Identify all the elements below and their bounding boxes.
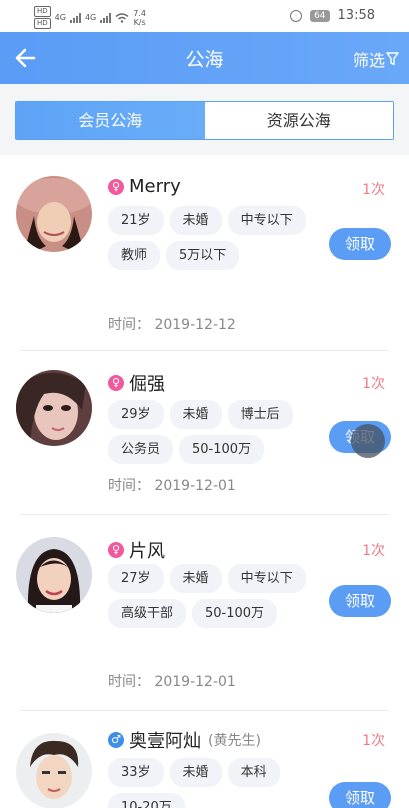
tag-list: 21岁 未婚 中专以下 教师 5万以下 [108,206,318,270]
name-line: ♀ 倔强 [108,370,165,396]
tag-age: 29岁 [108,400,164,429]
tag-list: 29岁 未婚 博士后 公务员 50-100万 [108,400,318,464]
tag-list: 33岁 未婚 本科 10-20万 [108,758,318,808]
avatar[interactable] [16,537,92,613]
network-type: 4G [54,13,66,22]
member-name: Merry [129,176,181,197]
signal-icon [100,12,112,23]
list-item[interactable]: ♀ Merry 1次 21岁 未婚 中专以下 教师 5万以下 领取 时间： 20… [0,155,409,351]
filter-label: 筛选 [352,51,385,70]
member-alias: (黄先生) [208,733,261,749]
filter-button[interactable]: 筛选 [353,47,399,71]
wifi-icon [115,12,129,23]
list-item[interactable]: ♀ 倔强 1次 29岁 未婚 博士后 公务员 50-100万 领取 时间： 20… [0,351,409,515]
speed-unit: K/s [133,17,146,27]
tag-income: 10-20万 [108,793,185,808]
list-item[interactable]: ♀ 片风 1次 27岁 未婚 中专以下 高级干部 50-100万 领取 时间： … [0,515,409,711]
tag-age: 27岁 [108,564,164,593]
floating-action-button[interactable] [351,424,385,458]
time-label: 时间： [108,478,150,494]
name-line: ♂ 奥壹阿灿 (黄先生) [108,727,261,753]
claim-count: 1次 [362,543,385,559]
time-value: 2019-12-01 [154,674,236,690]
speed-value: 7.4 [133,8,146,18]
hd-icon: HD [34,6,51,17]
network-type: 4G [84,13,97,22]
time-label: 时间： [108,317,150,333]
time-line: 时间： 2019-12-12 [108,314,236,334]
tag-education: 本科 [227,758,280,787]
tag-occupation: 高级干部 [108,599,187,628]
list-item[interactable]: ♂ 奥壹阿灿 (黄先生) 1次 33岁 未婚 本科 10-20万 领取 [0,711,409,808]
tag-marital: 未婚 [169,206,222,235]
time-value: 2019-12-12 [154,317,236,333]
tag-age: 33岁 [108,758,164,787]
status-bar: HD HD 4G 4G 7.4 K/s 64 13:58 [0,0,409,32]
tag-marital: 未婚 [169,758,222,787]
tag-income: 50-100万 [192,599,278,628]
claim-button[interactable]: 领取 [329,585,391,617]
female-icon: ♀ [108,542,124,558]
tag-list: 27岁 未婚 中专以下 高级干部 50-100万 [108,564,318,628]
male-icon: ♂ [108,732,124,748]
member-name: 奥壹阿灿 [129,731,201,752]
claim-button[interactable]: 领取 [329,782,391,808]
app-header: 公海 筛选 [0,32,409,84]
claim-count: 1次 [362,733,385,749]
tag-occupation: 教师 [108,241,161,270]
claim-button[interactable]: 领取 [329,228,391,260]
avatar[interactable] [16,176,92,252]
name-line: ♀ Merry [108,176,181,197]
member-list: ♀ Merry 1次 21岁 未婚 中专以下 教师 5万以下 领取 时间： 20… [0,155,409,808]
system-status: 64 13:58 [290,8,375,23]
tag-marital: 未婚 [169,400,222,429]
tag-income: 5万以下 [166,241,240,270]
female-icon: ♀ [108,178,124,195]
time-value: 2019-12-01 [154,478,236,494]
hd-icon: HD [34,18,51,29]
segment-tabs: 会员公海 资源公海 [15,101,394,140]
tag-education: 中专以下 [227,564,306,593]
alarm-icon [290,9,303,22]
claim-count: 1次 [362,376,385,392]
tag-education: 中专以下 [227,206,306,235]
female-icon: ♀ [108,375,124,391]
tag-marital: 未婚 [169,564,222,593]
signal-icon [69,12,81,23]
avatar[interactable] [16,370,92,446]
tag-income: 50-100万 [179,435,265,464]
tab-resource-pool[interactable]: 资源公海 [204,102,393,139]
member-name: 倔强 [129,374,165,395]
tab-member-pool[interactable]: 会员公海 [16,102,205,139]
member-name: 片风 [129,541,165,562]
page-title: 公海 [185,49,224,71]
avatar[interactable] [16,733,92,808]
time-line: 时间： 2019-12-01 [108,671,236,691]
network-speed: 7.4 K/s [133,9,146,27]
tag-occupation: 公务员 [108,435,174,464]
battery-icon: 64 [310,9,330,22]
time-line: 时间： 2019-12-01 [108,475,236,495]
tag-education: 博士后 [227,400,293,429]
tag-age: 21岁 [108,206,164,235]
funnel-icon [386,52,399,66]
time-label: 时间： [108,674,150,690]
name-line: ♀ 片风 [108,537,165,563]
clock: 13:58 [337,8,375,23]
network-status: HD HD 4G 4G 7.4 K/s [34,6,146,29]
claim-count: 1次 [362,182,385,198]
